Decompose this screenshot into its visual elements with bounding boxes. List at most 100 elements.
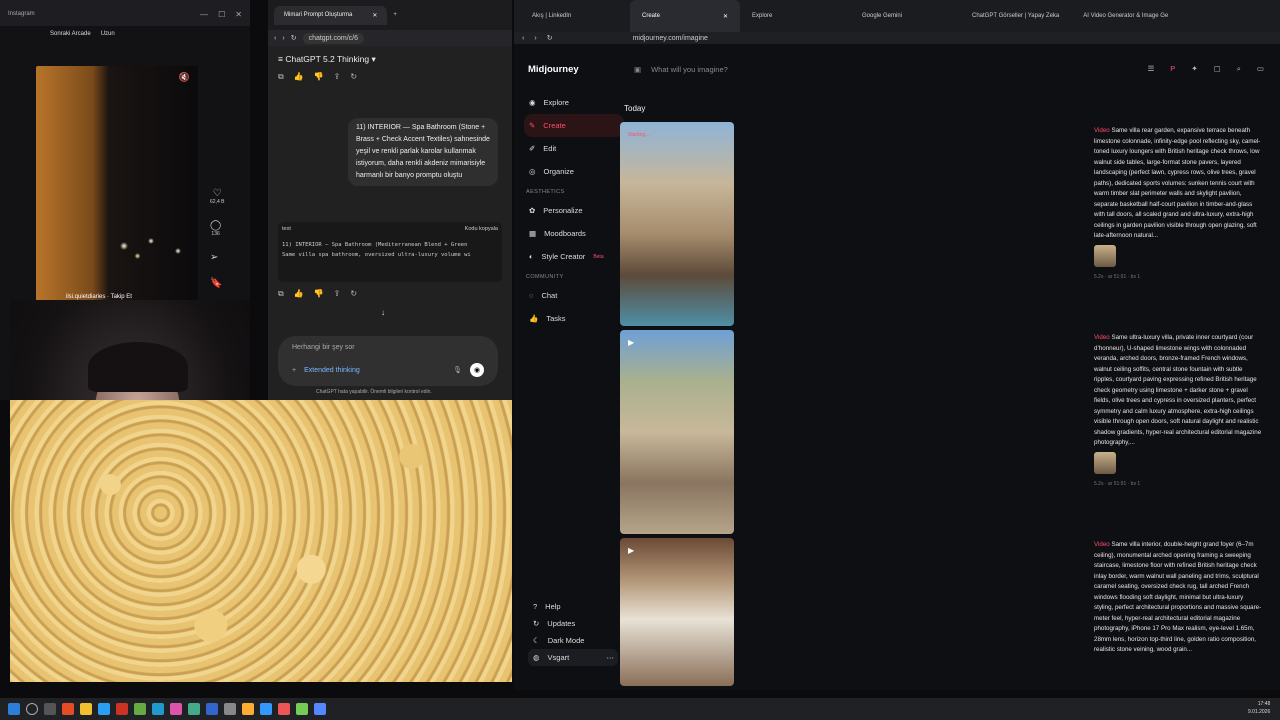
sidebar-item-personalize[interactable]: ✿ Personalize (524, 199, 624, 222)
url-field[interactable]: midjourney.com/imagine (633, 35, 708, 42)
reel-header-item[interactable]: Uzun (101, 31, 115, 37)
prompt-text[interactable]: Same ultra-luxury villa, private inner c… (1094, 334, 1261, 446)
minimize-icon[interactable]: — (200, 10, 208, 19)
tab-explore[interactable]: Explore (740, 0, 850, 32)
regenerate-icon[interactable]: ↻ (350, 289, 357, 299)
like-button[interactable]: ♡ 62,4 B (210, 188, 224, 205)
voice-icon[interactable]: ◉ (470, 363, 484, 377)
sidebar-item-create[interactable]: ✎ Create (524, 114, 624, 137)
app-icon[interactable] (206, 703, 218, 715)
app-icon[interactable] (224, 703, 236, 715)
sidebar-item-updates[interactable]: ↻ Updates (528, 615, 618, 632)
app-icon[interactable] (98, 703, 110, 715)
more-icon[interactable]: ⋯ (607, 653, 619, 662)
new-tab-icon[interactable]: + (393, 12, 397, 18)
sidebar-item-chat[interactable]: ◌ Chat (524, 284, 624, 307)
close-tab-icon[interactable]: ✕ (723, 13, 728, 20)
sidebar-item-moodboards[interactable]: ▦ Moodboards (524, 222, 624, 245)
sidebar-item-tasks[interactable]: 👍 Tasks (524, 307, 624, 330)
app-icon[interactable] (296, 703, 308, 715)
reference-thumbnail[interactable] (1094, 244, 1116, 267)
search-icon[interactable]: ⌕ (1237, 64, 1241, 74)
share-icon[interactable]: ➢ (210, 252, 218, 263)
plus-icon[interactable]: + (292, 367, 296, 374)
maximize-icon[interactable]: ☐ (218, 10, 225, 19)
mic-icon[interactable]: 🎙 (453, 366, 462, 374)
back-icon[interactable]: ‹ (274, 35, 276, 42)
tab-chatgpt-images[interactable]: ChatGPT Görseller | Yapay Zeka (960, 0, 1071, 32)
system-clock[interactable]: 17:48 9.01.2026 (1248, 700, 1270, 716)
thumbs-down-icon[interactable]: 👎 (314, 72, 324, 82)
comment-button[interactable]: ◯ 136 (210, 220, 221, 237)
app-icon[interactable] (134, 703, 146, 715)
copy-icon[interactable]: ⧉ (278, 289, 284, 299)
task-view-icon[interactable] (44, 703, 56, 715)
tab-linkedin[interactable]: Akış | LinkedIn (520, 0, 630, 32)
tab-label: AI Video Generator & Image Ge (1083, 13, 1169, 19)
search-icon[interactable] (26, 703, 38, 715)
sidebar-item-help[interactable]: ? Help (528, 598, 618, 615)
extended-thinking-toggle[interactable]: Extended thinking (304, 367, 360, 374)
personalize-icon[interactable]: P (1170, 64, 1175, 74)
app-icon[interactable] (278, 703, 290, 715)
thumbs-down-icon[interactable]: 👎 (314, 289, 324, 299)
reload-icon[interactable]: ↻ (291, 34, 297, 42)
chat-icon[interactable]: ▢ (1214, 64, 1221, 74)
thumbs-up-icon[interactable]: 👍 (294, 72, 304, 82)
generated-image[interactable]: ▶ (620, 538, 734, 686)
copy-code-button[interactable]: Kodu kopyala (465, 226, 498, 232)
reference-thumbnail[interactable] (1094, 451, 1116, 474)
share-icon[interactable]: ⇪ (334, 72, 341, 82)
app-icon[interactable] (116, 703, 128, 715)
forward-icon[interactable]: › (282, 35, 284, 42)
prompt-input[interactable]: What will you imagine? (651, 65, 728, 74)
bookmark-icon[interactable]: 🔖 (210, 278, 222, 289)
thumbs-up-icon[interactable]: 👍 (294, 289, 304, 299)
sidebar-item-organize[interactable]: ◎ Organize (524, 160, 624, 183)
reel-header-item[interactable]: Sonraki Arcade (50, 31, 91, 37)
windows-start-icon[interactable] (8, 703, 20, 715)
chatgpt-tab[interactable]: Mimari Prompt Oluşturma ✕ (274, 5, 388, 25)
generated-image[interactable]: Starting... (620, 122, 734, 326)
settings-icon[interactable]: ☰ (1148, 64, 1155, 74)
app-icon[interactable] (62, 703, 74, 715)
close-icon[interactable]: ✕ (235, 10, 242, 19)
regenerate-icon[interactable]: ↻ (350, 72, 357, 82)
chat-input[interactable]: Herhangi bir şey sor + Extended thinking 🎙… (278, 336, 498, 386)
app-icon[interactable] (260, 703, 272, 715)
forward-icon[interactable]: › (534, 35, 536, 42)
app-icon[interactable] (242, 703, 254, 715)
prompt-text[interactable]: Same villa interior, double-height grand… (1094, 541, 1261, 653)
tab-ai-video[interactable]: AI Video Generator & Image Ge (1071, 0, 1181, 32)
image-icon[interactable]: ▣ (634, 65, 641, 74)
sidebar-item-edit[interactable]: ✐ Edit (524, 137, 624, 160)
app-icon[interactable] (188, 703, 200, 715)
folder-icon[interactable]: ▭ (1257, 64, 1264, 74)
app-icon[interactable] (170, 703, 182, 715)
tab-create[interactable]: Create ✕ (630, 0, 740, 32)
user-menu[interactable]: ◍ Vsgart ⋯ (528, 649, 618, 666)
close-tab-icon[interactable]: ✕ (372, 12, 377, 19)
mute-icon[interactable]: 🔇 (179, 72, 190, 83)
prompt-text[interactable]: Same villa rear garden, expansive terrac… (1094, 127, 1260, 239)
play-icon[interactable]: ▶ (628, 338, 634, 347)
copy-icon[interactable]: ⧉ (278, 72, 284, 82)
share-icon[interactable]: ⇪ (334, 289, 341, 299)
reload-icon[interactable]: ↻ (547, 34, 553, 42)
generated-image[interactable]: ▶ (620, 330, 734, 534)
tab-gemini[interactable]: Google Gemini (850, 0, 960, 32)
scroll-down-icon[interactable]: ↓ (381, 308, 385, 317)
folder-icon[interactable] (80, 703, 92, 715)
app-icon[interactable] (152, 703, 164, 715)
play-icon[interactable]: ▶ (628, 546, 634, 555)
reel-video[interactable]: 🔇 ilsi.quietdiaries · Takip Et (36, 66, 198, 302)
prompt-bar[interactable]: ▣ What will you imagine? ☰ P ✦ ▢ ⌕ ▭ (624, 56, 1264, 82)
model-selector[interactable]: ≡ ChatGPT 5.2 Thinking ▾ (278, 54, 376, 65)
dark-mode-toggle[interactable]: ☾ Dark Mode (528, 632, 618, 649)
app-icon[interactable] (314, 703, 326, 715)
back-icon[interactable]: ‹ (522, 35, 524, 42)
url-field[interactable]: chatgpt.com/c/6 (302, 32, 364, 44)
sidebar-item-explore[interactable]: ◉ Explore (524, 91, 624, 114)
sparkle-icon[interactable]: ✦ (1191, 64, 1197, 74)
sidebar-item-style-creator[interactable]: ◐ Style Creator Beta (524, 245, 624, 268)
